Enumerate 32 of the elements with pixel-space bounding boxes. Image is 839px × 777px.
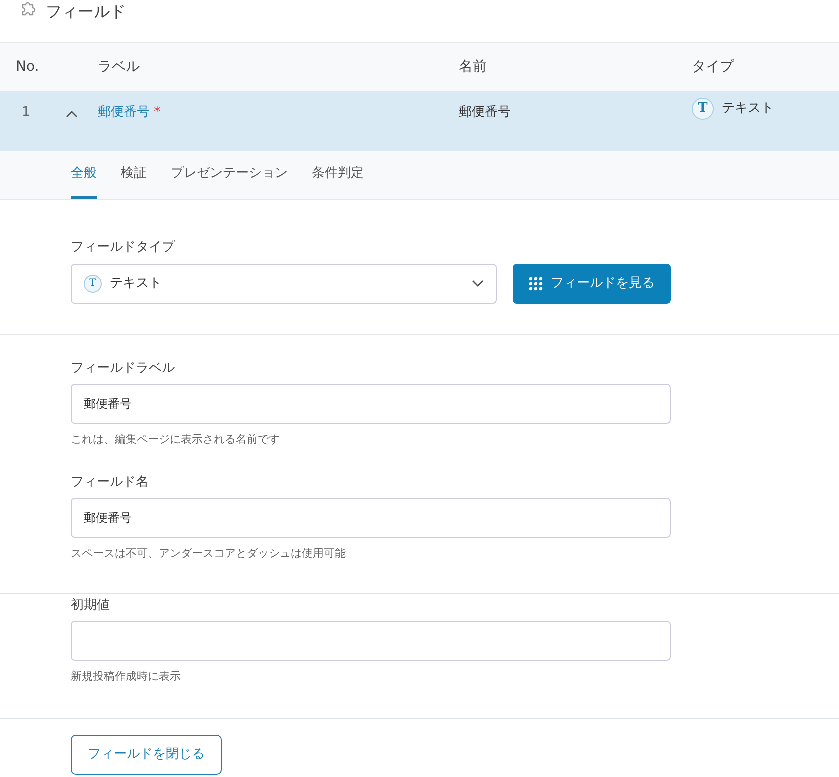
field-label: 初期値 xyxy=(71,596,111,614)
input-field[interactable]: 郵便番号 xyxy=(71,498,671,538)
tab[interactable]: 条件判定 xyxy=(312,151,364,199)
grid-icon xyxy=(529,276,543,290)
column-header: No. xyxy=(15,58,40,76)
chevron-icon[interactable] xyxy=(66,110,78,118)
tab[interactable]: 全般 xyxy=(71,151,97,199)
field-label: フィールドラベル xyxy=(71,360,176,378)
text-type-icon: T xyxy=(692,98,714,120)
tab[interactable]: 検証 xyxy=(121,151,147,199)
section-title: フィールド xyxy=(46,1,126,23)
tab[interactable]: プレゼンテーション xyxy=(171,151,288,199)
table-cell-text: 郵便番号 xyxy=(459,104,512,122)
puzzle-icon xyxy=(20,0,38,18)
column-header: ラベル xyxy=(98,58,141,76)
help-text: 新規投稿作成時に表示 xyxy=(71,669,182,685)
column-header: タイプ xyxy=(692,58,736,76)
help-text: これは、編集ページに表示される名前です xyxy=(71,432,281,448)
input-field[interactable]: 郵便番号 xyxy=(71,384,671,424)
help-text: スペースは不可、アンダースコアとダッシュは使用可能 xyxy=(71,546,347,562)
view-fields-button[interactable]: フィールドを見る xyxy=(513,264,671,304)
field-label: フィールドタイプ xyxy=(71,239,176,257)
close-field-button[interactable]: フィールドを閉じる xyxy=(71,734,222,774)
column-header: 名前 xyxy=(459,58,488,76)
field-label: フィールド名 xyxy=(71,474,150,492)
required-mark: * xyxy=(154,105,161,120)
field-label-link[interactable]: 郵便番号 xyxy=(98,105,150,120)
row-number: 1 xyxy=(21,104,32,122)
field-type-select[interactable]: T テキスト xyxy=(71,264,497,304)
table-cell-text: テキスト xyxy=(722,100,774,118)
input-field[interactable] xyxy=(71,621,671,661)
chevron-down-icon xyxy=(472,280,484,288)
